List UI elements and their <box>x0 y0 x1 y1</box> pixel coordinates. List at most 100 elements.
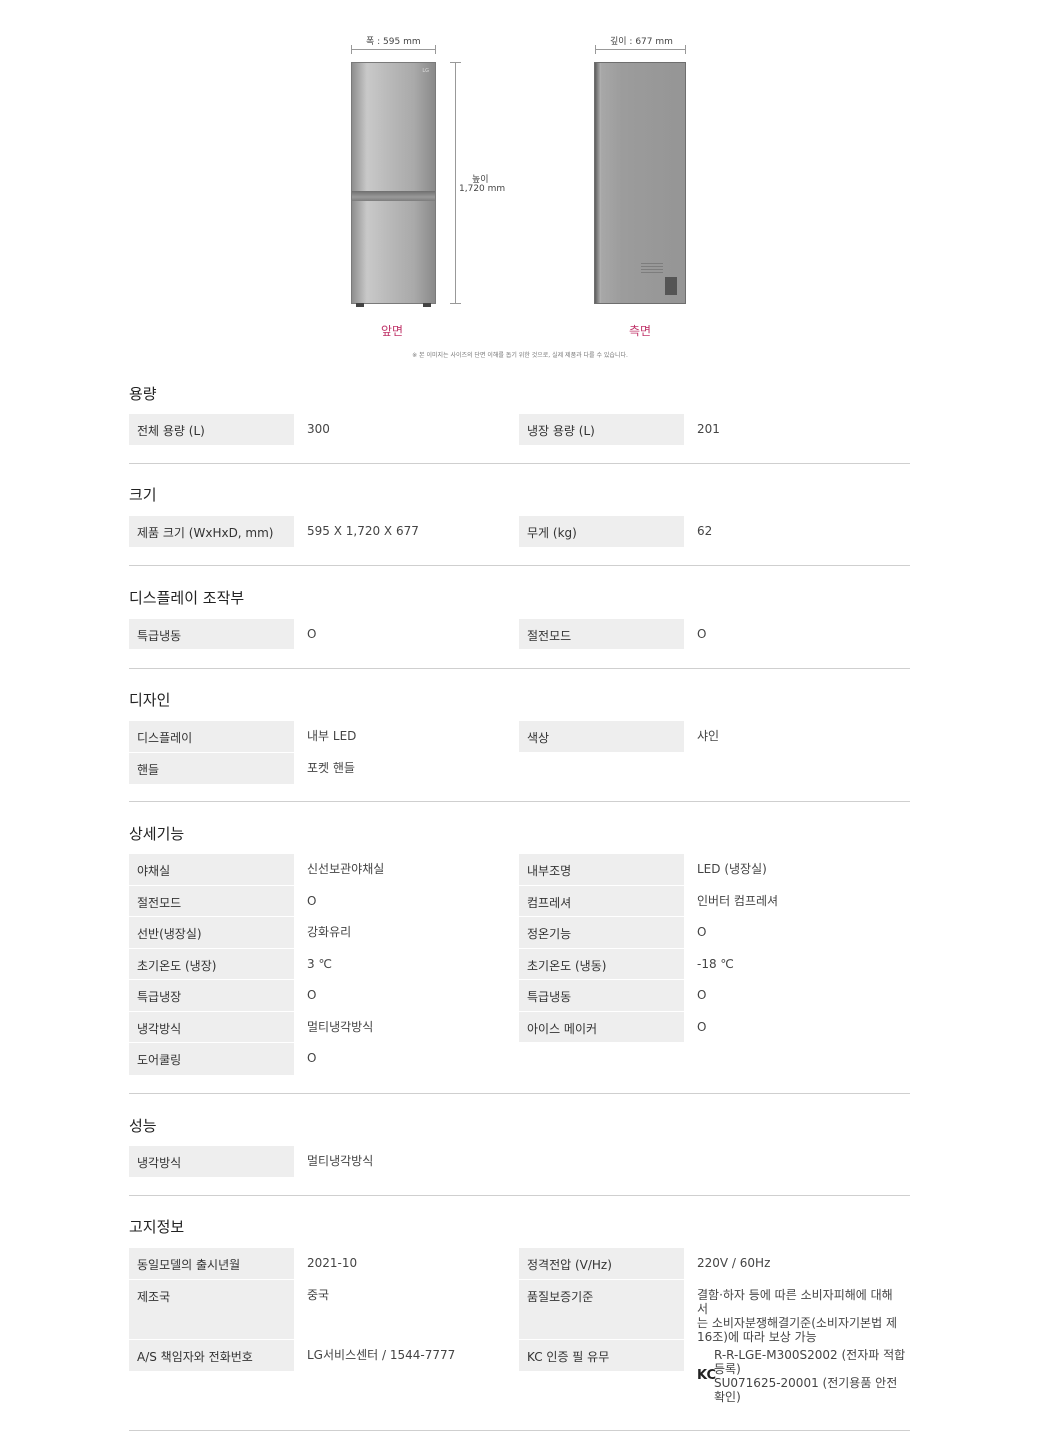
section-title: 용량 <box>129 385 157 403</box>
spec-value: 300 <box>307 422 330 436</box>
depth-label: 깊이 : 677 mm <box>610 37 673 47</box>
spec-label: 냉각방식 <box>129 1146 294 1177</box>
fridge-front-image: LG <box>351 62 436 307</box>
spec-value: 62 <box>697 524 713 538</box>
spec-label: 핸들 <box>129 753 294 784</box>
spec-value: 201 <box>697 422 720 436</box>
spec-value: LED (냉장실) <box>697 862 767 876</box>
spec-label: 품질보증기준 <box>519 1280 684 1339</box>
spec-label: 아이스 메이커 <box>519 1012 684 1042</box>
section-display-controls: 디스플레이 조작부 특급냉동 O 절전모드 O <box>129 588 910 669</box>
spec-value: 강화유리 <box>307 925 352 939</box>
warranty-line: 결함·하자 등에 따른 소비자피해에 대해서 <box>697 1288 893 1316</box>
fridge-door-edge <box>595 63 601 303</box>
height-dimension-line <box>455 62 456 304</box>
spec-label: 컴프레셔 <box>519 886 684 916</box>
product-dimension-figure: 폭 : 595 mm 높이 1,720 mm LG 앞면 깊이 : 677 mm… <box>0 0 1040 370</box>
spec-value: 내부 LED <box>307 729 357 743</box>
spec-label: 정온기능 <box>519 917 684 948</box>
spec-value: -18 ℃ <box>697 957 734 971</box>
spec-value: O <box>307 894 317 908</box>
kc-line: SU071625-20001 (전기용품 안전 <box>714 1376 898 1390</box>
spec-value: 중국 <box>307 1288 330 1302</box>
section-performance: 성능 냉각방식 멀티냉각방식 <box>129 1116 910 1196</box>
spec-value: 3 ℃ <box>307 957 332 971</box>
kc-line: 등록) <box>714 1362 741 1376</box>
side-view-label: 측면 <box>629 324 652 338</box>
spec-value: 220V / 60Hz <box>697 1256 771 1270</box>
warranty-standard-value: 결함·하자 등에 따른 소비자피해에 대해서 는 소비자분쟁해결기준(소비자기본… <box>697 1280 902 1344</box>
spec-label: 제조국 <box>129 1280 294 1339</box>
section-size: 크기 제품 크기 (WxHxD, mm) 595 X 1,720 X 677 무… <box>129 485 910 566</box>
spec-label: 동일모델의 출시년월 <box>129 1248 294 1279</box>
section-title: 디스플레이 조작부 <box>129 589 245 607</box>
spec-value: 595 X 1,720 X 677 <box>307 524 419 538</box>
spec-value: O <box>307 988 317 1002</box>
brand-logo: LG <box>422 68 429 74</box>
section-design: 디자인 디스플레이 내부 LED 색상 샤인 핸들 포켓 핸들 <box>129 690 910 802</box>
spec-label: 절전모드 <box>519 619 684 649</box>
height-label-value: 1,720 mm <box>459 184 506 194</box>
spec-label: 디스플레이 <box>129 721 294 752</box>
fridge-vent-grille <box>641 263 663 273</box>
fridge-side-image <box>594 62 686 304</box>
spec-label: 색상 <box>519 721 684 752</box>
spec-value: 샤인 <box>697 729 720 743</box>
spec-value: 신선보관야채실 <box>307 862 385 876</box>
spec-value: O <box>697 1020 707 1034</box>
spec-value: O <box>697 988 707 1002</box>
height-tick-top <box>450 62 461 63</box>
section-notice-info: 고지정보 동일모델의 출시년월 2021-10 정격전압 (V/Hz) 220V… <box>129 1217 910 1432</box>
width-label: 폭 : 595 mm <box>366 37 421 47</box>
width-tick-left <box>351 45 352 54</box>
spec-label: 초기온도 (냉장) <box>129 949 294 979</box>
spec-label: 특급냉장 <box>129 980 294 1011</box>
depth-tick-left <box>595 45 596 54</box>
spec-label: 내부조명 <box>519 854 684 885</box>
fridge-vent <box>665 277 677 295</box>
warranty-line: 는 소비자분쟁해결기준(소비자기본법 제 <box>697 1316 897 1330</box>
section-title: 상세기능 <box>129 825 185 843</box>
spec-label: 냉장 용량 (L) <box>519 414 684 445</box>
kc-certification-value: R-R-LGE-M300S2002 (전자파 적합 등록) SU071625-2… <box>714 1340 909 1404</box>
spec-value: 멀티냉각방식 <box>307 1020 374 1034</box>
spec-value: O <box>307 627 317 641</box>
spec-label: 정격전압 (V/Hz) <box>519 1248 684 1279</box>
spec-label: A/S 책임자와 전화번호 <box>129 1340 294 1371</box>
section-divider <box>129 1430 910 1431</box>
section-capacity: 용량 전체 용량 (L) 300 냉장 용량 (L) 201 <box>129 384 910 464</box>
spec-value: 포켓 핸들 <box>307 761 355 775</box>
front-view-label: 앞면 <box>381 324 404 338</box>
spec-label: 무게 (kg) <box>519 516 684 547</box>
spec-value: O <box>697 925 707 939</box>
height-tick-bottom <box>450 303 461 304</box>
width-tick-right <box>435 45 436 54</box>
fridge-foot-left <box>356 303 364 307</box>
spec-value: LG서비스센터 / 1544-7777 <box>307 1348 456 1362</box>
spec-value: O <box>307 1051 317 1065</box>
spec-label: 전체 용량 (L) <box>129 414 294 445</box>
image-disclaimer: ※ 본 이미지는 사이즈의 단면 이해를 돕기 위한 것으로, 실제 제품과 다… <box>412 352 628 359</box>
depth-tick-right <box>685 45 686 54</box>
section-title: 크기 <box>129 486 157 504</box>
section-title: 성능 <box>129 1117 157 1135</box>
spec-value: 인버터 컴프레셔 <box>697 894 779 908</box>
spec-label: 제품 크기 (WxHxD, mm) <box>129 516 294 547</box>
spec-label: 선반(냉장실) <box>129 917 294 948</box>
section-title: 디자인 <box>129 691 171 709</box>
spec-value: O <box>697 627 707 641</box>
section-title: 고지정보 <box>129 1218 185 1236</box>
spec-label: KC 인증 필 유무 <box>519 1340 684 1371</box>
width-dimension-line <box>351 49 436 50</box>
spec-label: 야채실 <box>129 854 294 885</box>
spec-label: 절전모드 <box>129 886 294 916</box>
spec-label: 특급냉동 <box>129 619 294 649</box>
depth-dimension-line <box>595 49 686 50</box>
spec-label: 초기온도 (냉동) <box>519 949 684 979</box>
kc-line: R-R-LGE-M300S2002 (전자파 적합 <box>714 1348 906 1362</box>
spec-value: 멀티냉각방식 <box>307 1154 374 1168</box>
fridge-handle-gap <box>352 191 435 201</box>
spec-label: 도어쿨링 <box>129 1043 294 1075</box>
spec-label: 냉각방식 <box>129 1012 294 1042</box>
spec-value: 2021-10 <box>307 1256 358 1270</box>
